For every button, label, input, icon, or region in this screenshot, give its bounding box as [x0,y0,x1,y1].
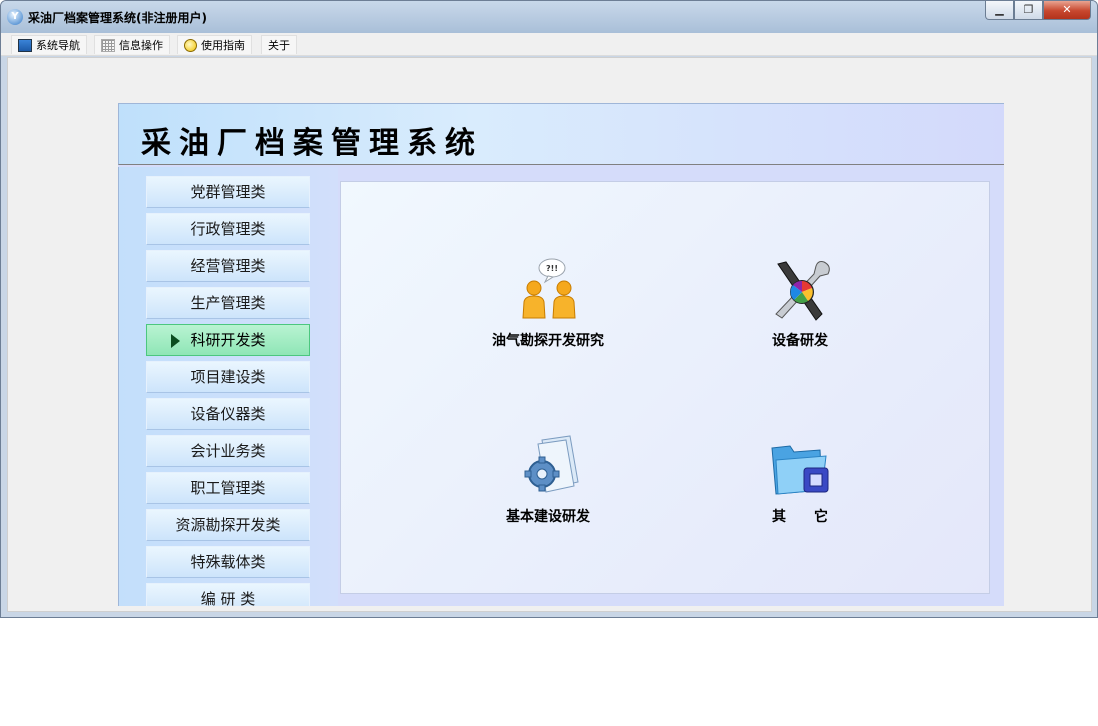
sidebar-item-label: 编 研 类 [200,590,256,606]
sidebar-item-label: 资源勘探开发类 [175,516,281,534]
sidebar-item-label: 经营管理类 [190,257,266,275]
maximize-button[interactable]: ❐ [1014,1,1043,20]
sidebar-item-accounting[interactable]: 会计业务类 [146,435,310,467]
gear-document-icon [524,435,579,493]
sidebar-item-label: 科研开发类 [190,331,266,349]
tools-icon [775,261,830,321]
content-frame: 采油厂档案管理系统 党群管理类 行政管理类 经营管理类 生产管理类 科研开发类 … [118,103,1004,606]
sidebar-item-label: 设备仪器类 [190,405,266,423]
sidebar-item-special-media[interactable]: 特殊载体类 [146,546,310,578]
sidebar-item-projects[interactable]: 项目建设类 [146,361,310,393]
category-sidebar: 党群管理类 行政管理类 经营管理类 生产管理类 科研开发类 项目建设类 设备仪器… [118,167,338,606]
window-controls: ▁ ❐ ✕ [985,1,1091,21]
menu-bar: 系统导航 信息操作 使用指南 关于 [1,33,1097,56]
menu-item-label: 系统导航 [36,39,80,52]
menu-item-label: 使用指南 [201,39,245,52]
sidebar-item-label: 特殊载体类 [190,553,266,571]
grid-icon [101,38,115,52]
speech-bubble-text: ?!! [546,264,558,273]
tile-label: 基本建设研发 [506,509,590,525]
tile-exploration-research[interactable]: ?!! 油气勘探开发研究 [458,256,638,350]
window-title: 采油厂档案管理系统(非注册用户) [28,11,207,25]
sidebar-item-equipment[interactable]: 设备仪器类 [146,398,310,430]
sidebar-item-research[interactable]: 科研开发类 [146,324,310,356]
menu-item-system-nav[interactable]: 系统导航 [11,35,87,54]
sidebar-item-resources[interactable]: 资源勘探开发类 [146,509,310,541]
sidebar-item-staff[interactable]: 职工管理类 [146,472,310,504]
menu-item-label: 关于 [268,39,290,52]
tile-others[interactable]: 其 它 [710,432,890,526]
folder-icon [771,445,829,495]
sidebar-item-label: 项目建设类 [190,368,266,386]
tile-construction-rd[interactable]: 基本建设研发 [458,432,638,526]
tile-equipment-rd[interactable]: 设备研发 [710,256,890,350]
tile-label: 设备研发 [772,333,828,349]
title-bar[interactable]: Y 采油厂档案管理系统(非注册用户) ▁ ❐ ✕ [1,1,1097,33]
sidebar-item-label: 党群管理类 [190,183,266,201]
sidebar-item-label: 职工管理类 [190,479,266,497]
app-logo-icon: Y [7,9,23,25]
menu-item-label: 信息操作 [119,39,163,52]
banner-title: 采油厂档案管理系统 [141,126,483,161]
sidebar-item-label: 会计业务类 [190,442,266,460]
bulb-icon [184,38,197,52]
monitor-icon [18,38,32,52]
minimize-button[interactable]: ▁ [985,1,1014,20]
sidebar-item-admin[interactable]: 行政管理类 [146,213,310,245]
banner: 采油厂档案管理系统 [118,103,1004,165]
menu-item-user-guide[interactable]: 使用指南 [177,35,252,54]
sidebar-item-compilation[interactable]: 编 研 类 [146,583,310,606]
tile-label: 油气勘探开发研究 [492,333,604,349]
sidebar-item-label: 行政管理类 [190,220,266,238]
subcategory-panel: ?!! 油气勘探开发研究 设备研发 基本建设研发 其 它 [340,181,990,594]
tile-label: 其 它 [772,509,828,525]
selected-arrow-icon [171,334,180,348]
sidebar-item-party[interactable]: 党群管理类 [146,176,310,208]
menu-item-about[interactable]: 关于 [261,35,297,54]
discussion-people-icon: ?!! [522,258,576,319]
sidebar-item-business[interactable]: 经营管理类 [146,250,310,282]
menu-item-info-ops[interactable]: 信息操作 [94,35,170,54]
app-window: Y 采油厂档案管理系统(非注册用户) ▁ ❐ ✕ 系统导航 信息操作 使用指南 … [0,0,1098,618]
sidebar-item-label: 生产管理类 [190,294,266,312]
close-button[interactable]: ✕ [1043,1,1091,20]
sidebar-item-production[interactable]: 生产管理类 [146,287,310,319]
